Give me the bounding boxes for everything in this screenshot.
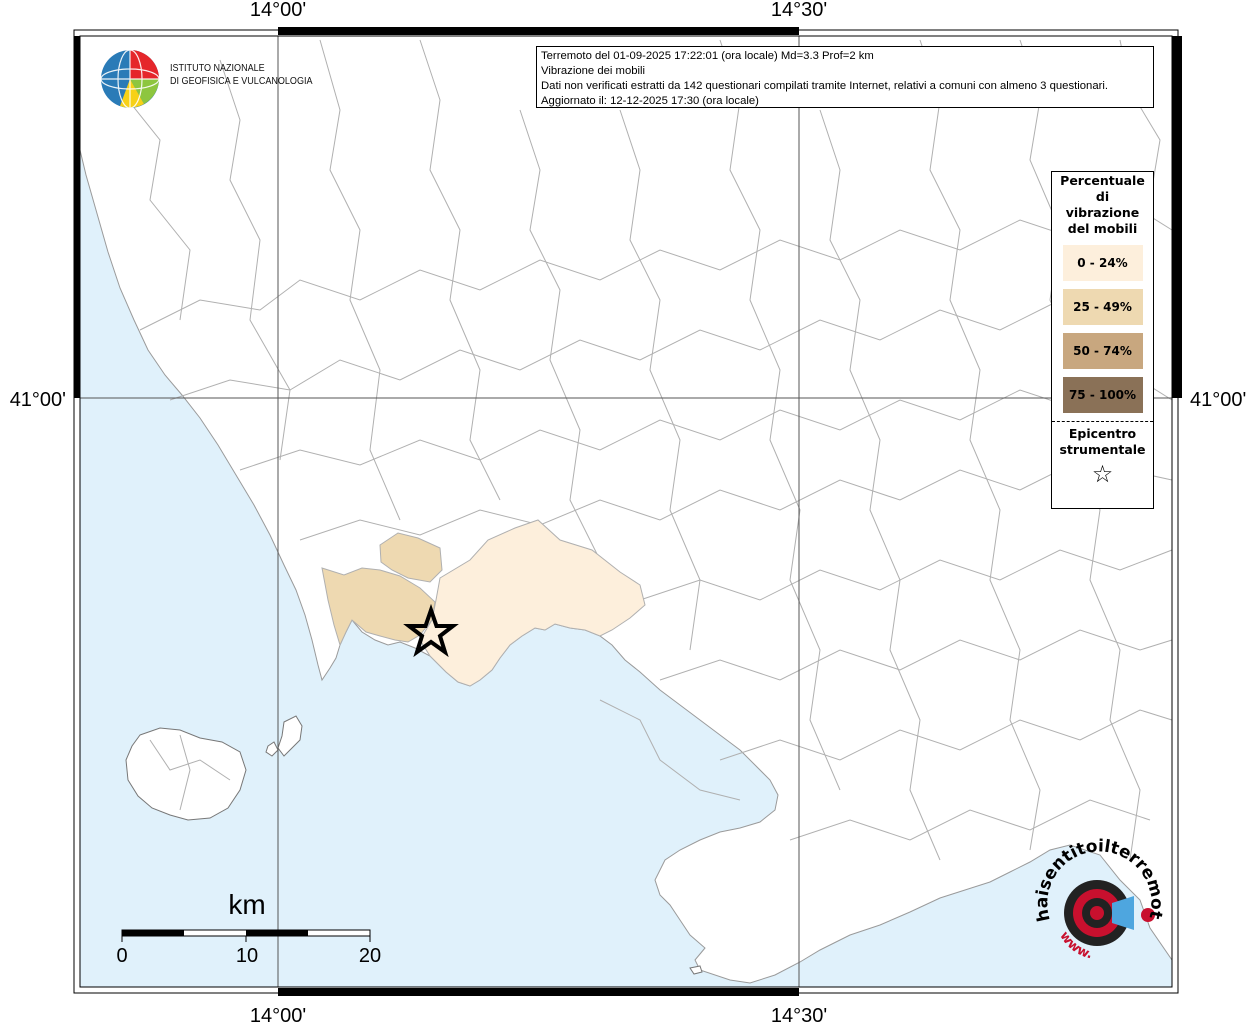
intensity-map: 14°00' 14°30' 14°00' 14°30' 41°00' 41°00… xyxy=(0,0,1246,1024)
legend-title: Percentuale di vibrazione del mobili xyxy=(1060,173,1145,236)
event-info-box: Terremoto del 01-09-2025 17:22:01 (ora l… xyxy=(536,46,1154,108)
scale-label-10: 10 xyxy=(236,945,258,967)
ingv-logo: ISTITUTO NAZIONALE DI GEOFISICA E VULCAN… xyxy=(100,48,313,110)
ingv-name-line1: ISTITUTO NAZIONALE xyxy=(170,62,265,74)
globe-icon xyxy=(100,49,160,109)
epicenter-legend-star-icon: ☆ xyxy=(1091,460,1114,488)
event-info-line1: Terremoto del 01-09-2025 17:22:01 (ora l… xyxy=(541,50,874,62)
event-info-line4: Aggiornato il: 12-12-2025 17:30 (ora loc… xyxy=(541,95,759,107)
legend-separator xyxy=(1052,421,1153,422)
lat-tick-right: 41°00' xyxy=(1190,389,1246,411)
legend-item: 0 - 24% xyxy=(1062,245,1143,281)
lon-tick-top-1: 14°00' xyxy=(250,0,306,21)
lon-tick-top-2: 14°30' xyxy=(771,0,827,21)
lon-tick-bottom-1: 14°00' xyxy=(250,1005,306,1024)
event-info-line3: Dati non verificati estratti da 142 ques… xyxy=(541,80,1109,92)
legend-item: 75 - 100% xyxy=(1062,377,1143,413)
lon-tick-bottom-2: 14°30' xyxy=(771,1005,827,1024)
event-info-line2: Vibrazione dei mobili xyxy=(541,65,646,77)
scale-label-20: 20 xyxy=(359,945,381,967)
scale-label-0: 0 xyxy=(116,945,127,967)
ingv-name-line2: DI GEOFISICA E VULCANOLOGIA xyxy=(170,75,313,87)
epicenter-legend-title: Epicentro strumentale xyxy=(1059,426,1146,457)
lat-tick-left: 41°00' xyxy=(10,389,66,411)
legend-item: 25 - 49% xyxy=(1062,289,1143,325)
scale-unit: km xyxy=(228,889,265,920)
legend-item: 50 - 74% xyxy=(1062,333,1143,369)
legend-list: 0 - 24% 25 - 49% 50 - 74% 75 - 100% xyxy=(1052,245,1153,413)
legend: Percentuale di vibrazione del mobili 0 -… xyxy=(1051,171,1154,509)
